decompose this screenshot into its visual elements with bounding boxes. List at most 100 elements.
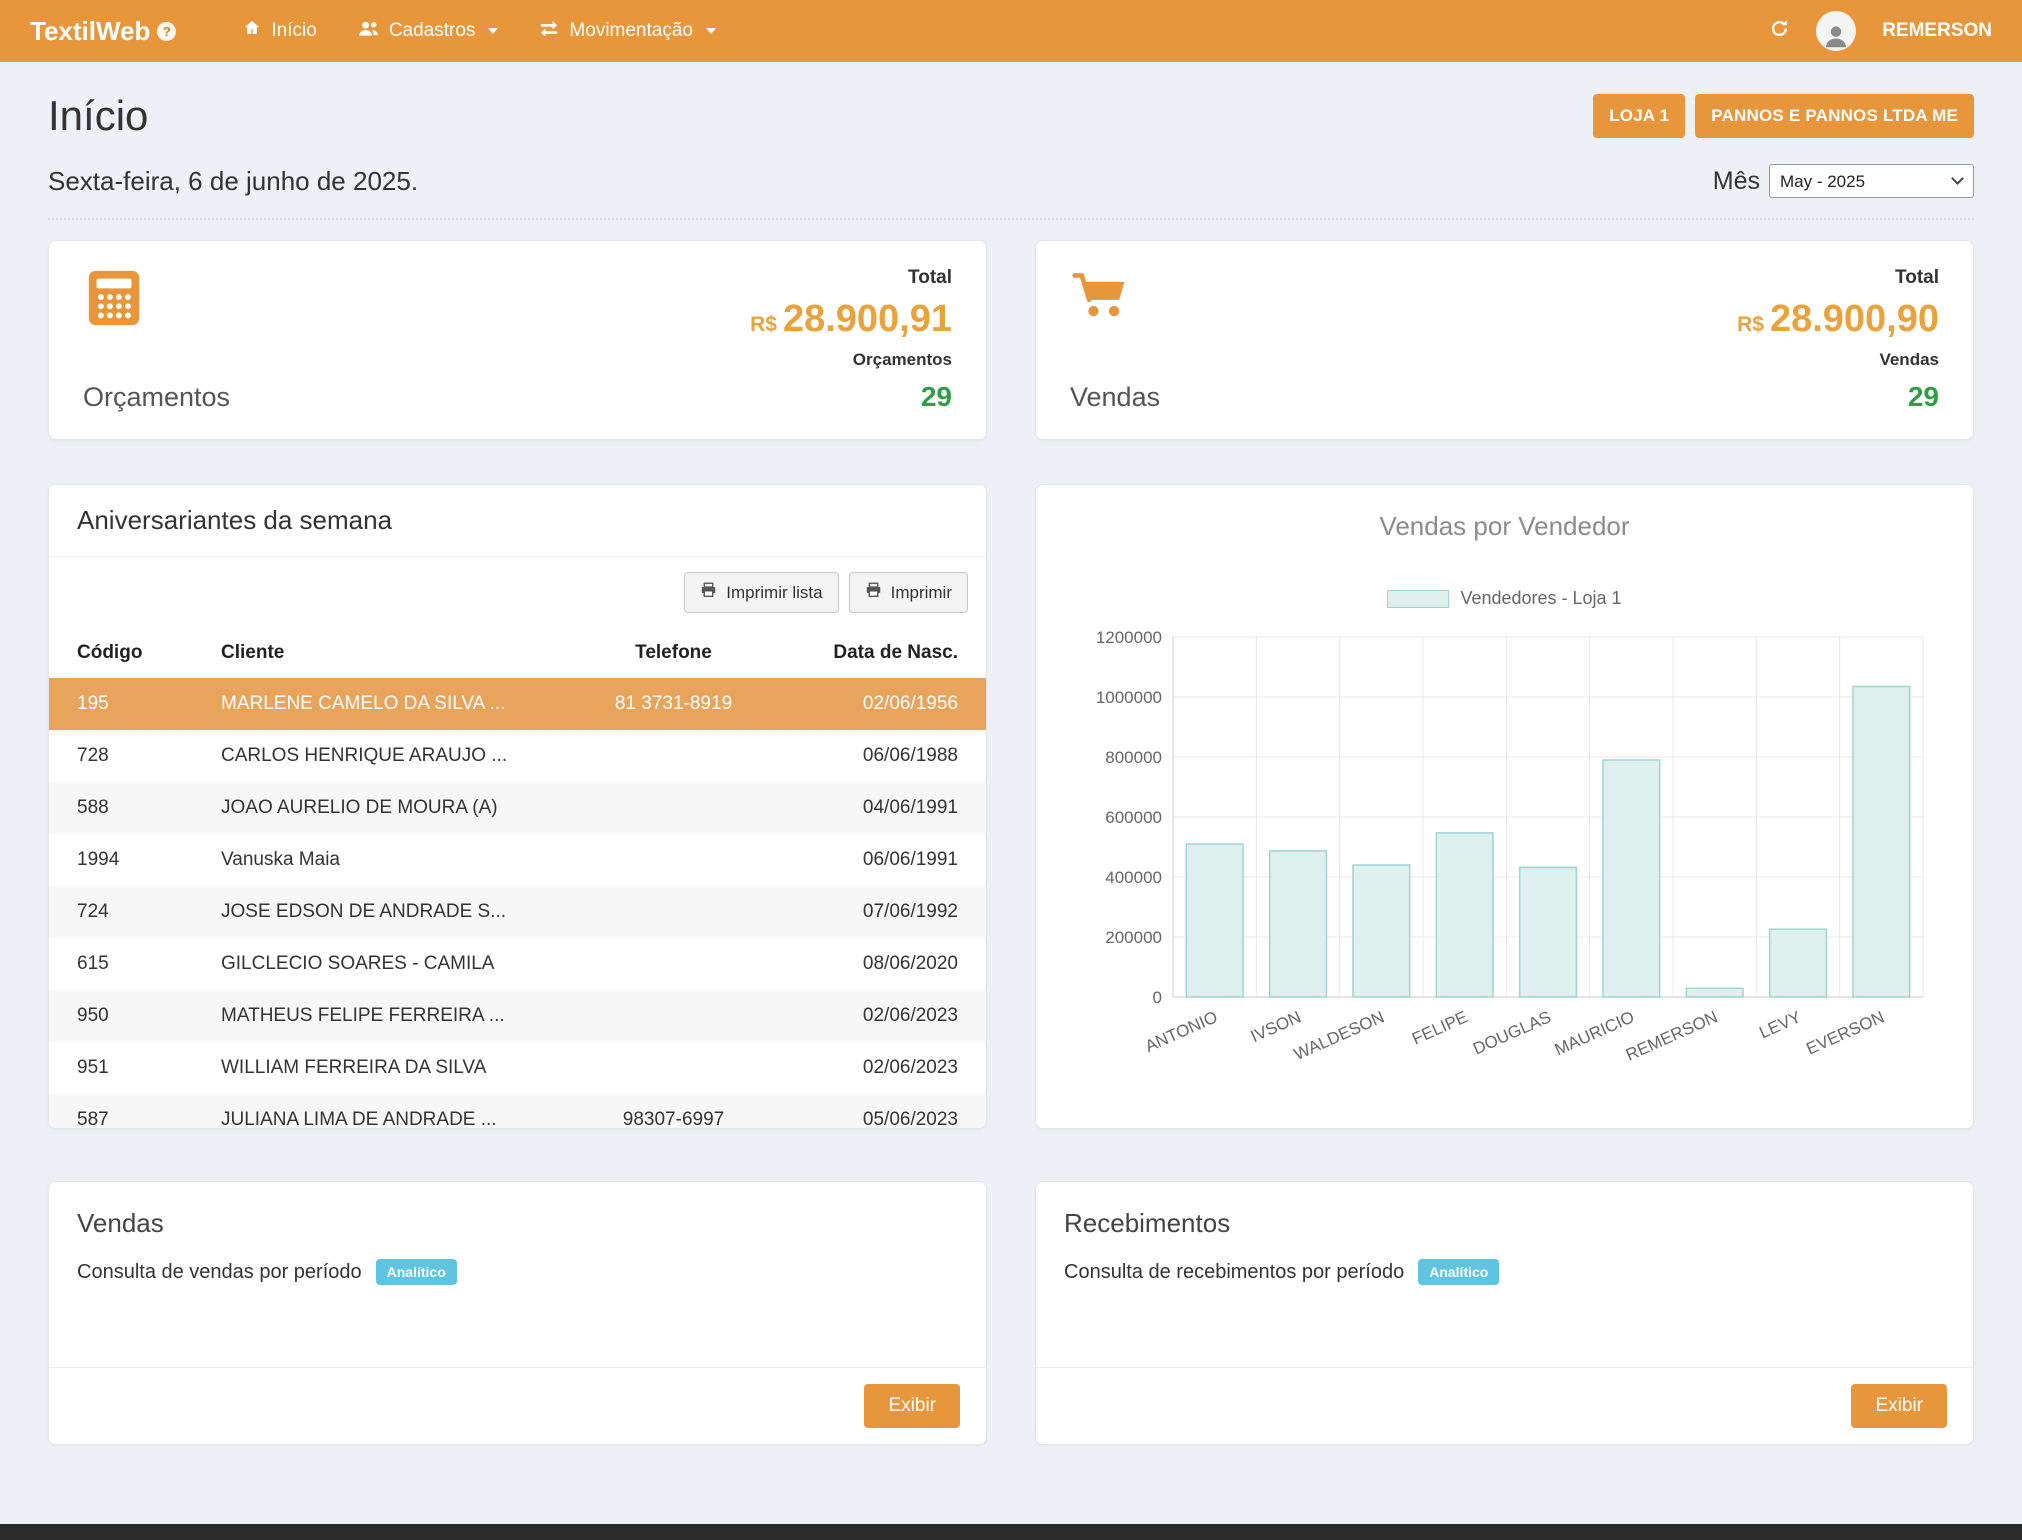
report-title: Vendas [49,1182,986,1253]
birthdays-table: Código Cliente Telefone Data de Nasc. 19… [49,628,986,1129]
table-row[interactable]: 724JOSE EDSON DE ANDRADE S...07/06/1992 [49,886,986,938]
exibir-button[interactable]: Exibir [1851,1384,1947,1428]
nav-item-movimentacao[interactable]: Movimentação [518,0,736,62]
svg-text:400000: 400000 [1105,868,1162,887]
table-cell: Vanuska Maia [209,834,556,886]
svg-text:DOUGLAS: DOUGLAS [1470,1007,1554,1058]
count-label: Vendas [1737,350,1939,370]
table-cell: 588 [49,782,209,834]
svg-text:IVSON: IVSON [1247,1007,1303,1046]
orcamentos-summary-card: Orçamentos Total R$28.900,91 Orçamentos … [48,240,987,440]
avatar[interactable] [1816,11,1856,51]
column-header: Data de Nasc. [791,628,986,678]
count-label: Orçamentos [750,350,952,370]
table-cell: WILLIAM FERREIRA DA SILVA [209,1042,556,1094]
table-cell: 98307-6997 [556,1094,791,1129]
legend-label: Vendedores - Loja 1 [1460,588,1621,609]
birthdays-card: Aniversariantes da semana Imprimir lista [48,484,987,1129]
table-cell: 587 [49,1094,209,1129]
person-icon [1821,21,1851,51]
nav-item-label: Início [271,20,316,42]
current-date: Sexta-feira, 6 de junho de 2025. [48,166,418,197]
print-list-button[interactable]: Imprimir lista [684,572,838,613]
help-icon[interactable]: ? [157,22,176,41]
vendas-report-card: Vendas Consulta de vendas por período An… [48,1181,987,1445]
brand-text: TextilWeb [30,16,150,47]
bar-antonio[interactable] [1186,844,1243,997]
analitico-badge: Analítico [376,1259,457,1285]
column-header: Código [49,628,209,678]
exchange-icon [538,19,560,44]
table-cell: 08/06/2020 [791,938,986,990]
cart-icon [1070,267,1160,332]
bar-mauricio[interactable] [1603,760,1660,997]
table-row[interactable]: 1994Vanuska Maia 06/06/1991 [49,834,986,886]
legend-swatch-icon [1387,590,1449,608]
total-label: Total [1737,267,1939,289]
table-row[interactable]: 728CARLOS HENRIQUE ARAUJO ...06/06/1988 [49,730,986,782]
table-cell: 02/06/2023 [791,1042,986,1094]
company-button[interactable]: PANNOS E PANNOS LTDA ME [1695,94,1974,138]
month-picker: Mês May - 2025 [1713,164,1974,198]
bar-ivson[interactable] [1269,851,1326,997]
table-cell: 1994 [49,834,209,886]
month-select[interactable]: May - 2025 [1769,164,1974,198]
bar-everson[interactable] [1853,687,1910,998]
table-cell [556,990,791,1042]
table-row[interactable]: 951WILLIAM FERREIRA DA SILVA02/06/2023 [49,1042,986,1094]
table-cell: 950 [49,990,209,1042]
caret-down-icon [488,28,498,34]
table-cell: 81 3731-8919 [556,678,791,730]
table-row[interactable]: 195MARLENE CAMELO DA SILVA ...81 3731-89… [49,678,986,730]
recebimentos-report-card: Recebimentos Consulta de recebimentos po… [1035,1181,1974,1445]
table-cell: 724 [49,886,209,938]
refresh-icon [1769,18,1790,44]
table-cell: 02/06/2023 [791,990,986,1042]
bar-douglas[interactable] [1519,867,1576,997]
analitico-badge: Analítico [1418,1259,1499,1285]
column-header: Telefone [556,628,791,678]
table-row[interactable]: 950MATHEUS FELIPE FERREIRA ...02/06/2023 [49,990,986,1042]
brand-logo[interactable]: TextilWeb ? [30,16,176,47]
divider [48,218,1974,220]
table-cell: 195 [49,678,209,730]
chart-legend[interactable]: Vendedores - Loja 1 [1036,588,1973,609]
bar-remerson[interactable] [1686,988,1743,997]
users-icon [357,19,380,44]
nav-item-inicio[interactable]: Início [222,0,336,62]
exibir-button[interactable]: Exibir [864,1384,960,1428]
total-label: Total [750,267,952,289]
nav-item-cadastros[interactable]: Cadastros [337,0,519,62]
bar-levy[interactable] [1769,929,1826,997]
table-cell: 615 [49,938,209,990]
report-title: Recebimentos [1036,1182,1973,1253]
svg-text:200000: 200000 [1105,928,1162,947]
svg-text:1000000: 1000000 [1095,688,1161,707]
vendas-summary-card: Vendas Total R$28.900,90 Vendas 29 [1035,240,1974,440]
table-cell: GILCLECIO SOARES - CAMILA [209,938,556,990]
table-cell [556,1042,791,1094]
refresh-button[interactable] [1769,18,1790,44]
caret-down-icon [706,28,716,34]
chart-title: Vendas por Vendedor [1036,485,1973,542]
table-cell [556,782,791,834]
bar-felipe[interactable] [1436,833,1493,997]
table-row[interactable]: 588JOAO AURELIO DE MOURA (A)04/06/1991 [49,782,986,834]
table-row[interactable]: 587JULIANA LIMA DE ANDRADE ...98307-6997… [49,1094,986,1129]
column-header: Cliente [209,628,556,678]
username[interactable]: REMERSON [1882,20,1992,42]
nav-item-label: Cadastros [389,20,476,42]
report-text: Consulta de vendas por período [77,1261,362,1284]
table-cell [556,886,791,938]
count-value: 29 [750,381,952,413]
table-cell: 06/06/1991 [791,834,986,886]
bar-waldeson[interactable] [1353,865,1410,997]
total-value: R$28.900,90 [1737,300,1939,340]
table-cell: 05/06/2023 [791,1094,986,1129]
store-button[interactable]: LOJA 1 [1593,94,1685,138]
table-cell: JOAO AURELIO DE MOURA (A) [209,782,556,834]
svg-text:1200000: 1200000 [1095,628,1161,647]
print-button[interactable]: Imprimir [849,572,968,613]
table-row[interactable]: 615GILCLECIO SOARES - CAMILA 08/06/2020 [49,938,986,990]
printer-icon [865,582,882,603]
